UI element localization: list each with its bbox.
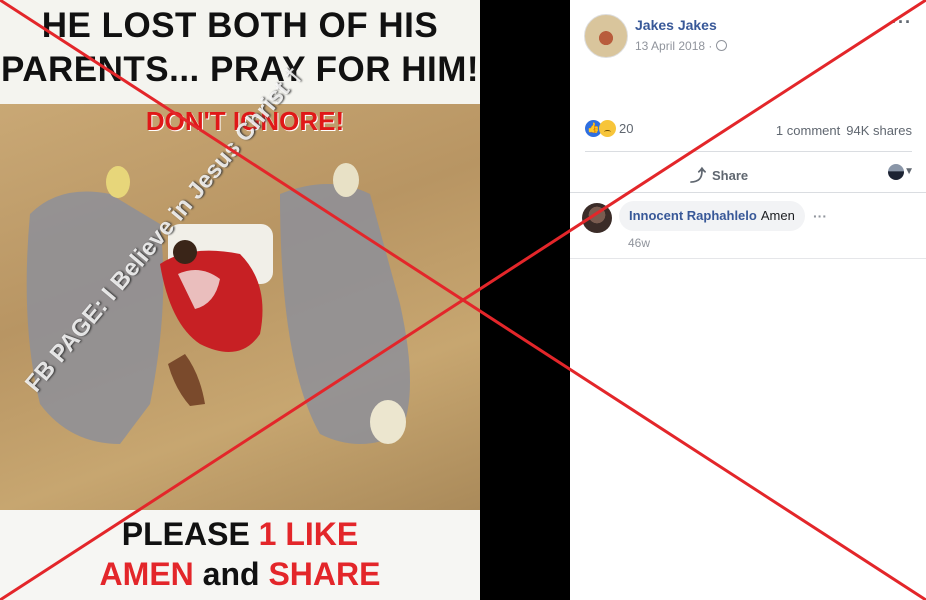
post-panel: Jakes Jakes 13 April 2018 · ··· 👍 20 1 co… <box>570 0 926 600</box>
commenter-name[interactable]: Innocent Raphahlelo <box>629 208 757 223</box>
image-photo-scene <box>0 104 480 510</box>
comment-options-icon[interactable]: ··· <box>813 208 827 224</box>
divider <box>585 151 912 152</box>
dark-gutter <box>480 0 570 600</box>
share-button[interactable]: ⤴ Share <box>690 162 749 185</box>
cta-like: 1 LIKE <box>258 516 359 552</box>
sad-reaction-icon <box>599 120 616 138</box>
comment-text: Amen <box>760 208 795 223</box>
comment-bubble: Innocent Raphahlelo Amen <box>619 201 805 231</box>
comment-timestamp[interactable]: 46w <box>628 236 650 250</box>
engagement-stats: 1 comment 94K shares <box>770 123 912 138</box>
image-headline-line2: PARENTS... PRAY FOR HIM! <box>0 50 480 89</box>
divider <box>570 258 926 259</box>
post-image[interactable]: HE LOST BOTH OF HIS PARENTS... PRAY FOR … <box>0 0 480 600</box>
share-count[interactable]: 94K shares <box>846 123 912 138</box>
cta-and: and <box>193 556 269 592</box>
author-name[interactable]: Jakes Jakes <box>635 17 717 33</box>
reaction-count: 20 <box>619 121 634 137</box>
cta-please: PLEASE <box>121 516 259 552</box>
image-headline-line1: HE LOST BOTH OF HIS <box>41 6 439 45</box>
cta-amen: AMEN <box>99 556 194 592</box>
graves-illustration <box>26 163 410 444</box>
post-date-text: 13 April 2018 · <box>635 39 713 53</box>
reaction-summary[interactable]: 👍 20 <box>585 120 633 140</box>
chevron-down-icon[interactable]: ▼ <box>904 166 914 177</box>
cta-line2: AMEN and SHARE <box>0 556 480 593</box>
globe-icon <box>716 40 728 51</box>
share-label: Share <box>712 168 749 183</box>
audience-avatar-icon[interactable] <box>888 164 904 180</box>
comment-count[interactable]: 1 comment <box>776 123 840 138</box>
post-timestamp[interactable]: 13 April 2018 · <box>635 39 728 53</box>
author-avatar[interactable] <box>584 14 628 58</box>
commenter-avatar[interactable] <box>582 203 612 233</box>
cta-share: SHARE <box>268 556 381 592</box>
divider <box>570 192 926 193</box>
post-options-icon[interactable]: ··· <box>891 12 912 33</box>
share-arrow-icon: ⤴ <box>690 168 707 185</box>
cta-line1: PLEASE 1 LIKE <box>0 516 480 553</box>
